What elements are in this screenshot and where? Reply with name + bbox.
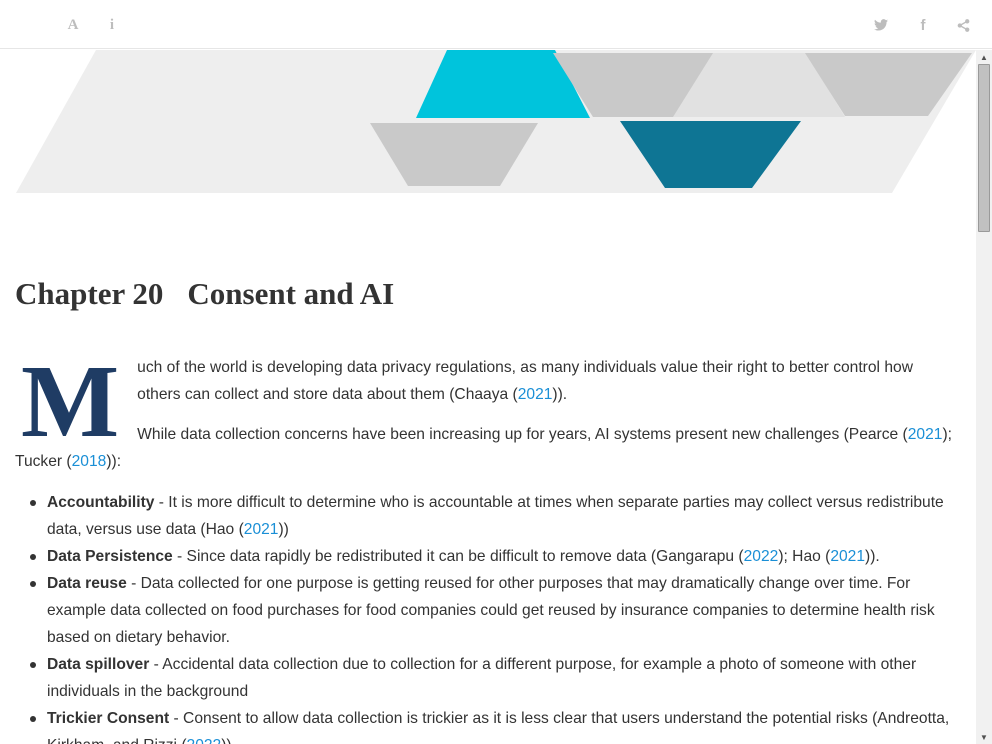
list-term: Trickier Consent	[47, 710, 170, 727]
share-nodes-glyph	[957, 18, 969, 32]
intro-paragraph: uch of the world is developing data priv…	[15, 354, 960, 408]
list-term: Data spillover	[47, 656, 150, 673]
citation-link[interactable]: 2021	[908, 426, 943, 443]
book-page: Chapter 20 Consent and AI M uch of the wo…	[0, 50, 976, 744]
citation-link[interactable]: 2021	[830, 548, 865, 565]
citation-link[interactable]: 2022	[187, 737, 222, 744]
list-item: Data Persistence - Since data rapidly be…	[30, 543, 960, 570]
citation-link[interactable]: 2021	[518, 386, 553, 403]
list-item: Accountability - It is more difficult to…	[30, 489, 960, 543]
chapter-number: Chapter 20	[15, 276, 164, 311]
scrollbar-thumb[interactable]	[978, 64, 990, 232]
intro-text-end: )).	[552, 386, 568, 403]
chapter-name: Consent and AI	[187, 276, 395, 311]
book-toolbar: A i f	[0, 0, 992, 49]
scroll-up-arrow-icon[interactable]: ▲	[976, 50, 992, 64]
citation-link[interactable]: 2021	[244, 521, 279, 538]
challenges-list: Accountability - It is more difficult to…	[15, 489, 960, 744]
list-text-end: ))	[278, 521, 289, 538]
list-item: Data spillover - Accidental data collect…	[30, 651, 960, 705]
scroll-down-arrow-icon[interactable]: ▼	[976, 730, 992, 744]
chapter-title: Chapter 20 Consent and AI	[15, 276, 394, 312]
list-term: Data Persistence	[47, 548, 173, 565]
challenges-text-end: )):	[106, 453, 122, 470]
list-term: Accountability	[47, 494, 155, 511]
citation-link[interactable]: 2022	[744, 548, 779, 565]
info-icon[interactable]: i	[101, 14, 123, 36]
drop-cap: M	[21, 344, 120, 459]
list-item: Data reuse - Data collected for one purp…	[30, 570, 960, 651]
facebook-icon[interactable]: f	[912, 14, 934, 36]
vertical-scrollbar[interactable]: ▲ ▼	[976, 50, 992, 744]
citation-link[interactable]: 2018	[72, 453, 107, 470]
list-text: - Data collected for one purpose is gett…	[47, 575, 935, 646]
list-text-mid: ); Hao (	[778, 548, 831, 565]
share-icon[interactable]	[952, 14, 974, 36]
list-term: Data reuse	[47, 575, 127, 592]
list-text: - Accidental data collection due to coll…	[47, 656, 917, 700]
twitter-icon[interactable]	[870, 14, 892, 36]
list-text: - It is more difficult to determine who …	[47, 494, 944, 538]
challenges-paragraph: While data collection concerns have been…	[15, 421, 960, 475]
list-item: Trickier Consent - Consent to allow data…	[30, 705, 960, 744]
challenges-text: While data collection concerns have been…	[137, 426, 908, 443]
font-settings-icon[interactable]: A	[62, 14, 84, 36]
list-text: - Since data rapidly be redistributed it…	[172, 548, 744, 565]
chapter-banner-graphic	[16, 50, 976, 193]
list-text-end: )).	[865, 548, 880, 565]
twitter-bird-glyph	[874, 19, 888, 31]
chapter-body: M uch of the world is developing data pr…	[15, 344, 960, 744]
list-text-end: ))	[221, 737, 231, 744]
list-text: - Consent to allow data collection is tr…	[47, 710, 950, 744]
